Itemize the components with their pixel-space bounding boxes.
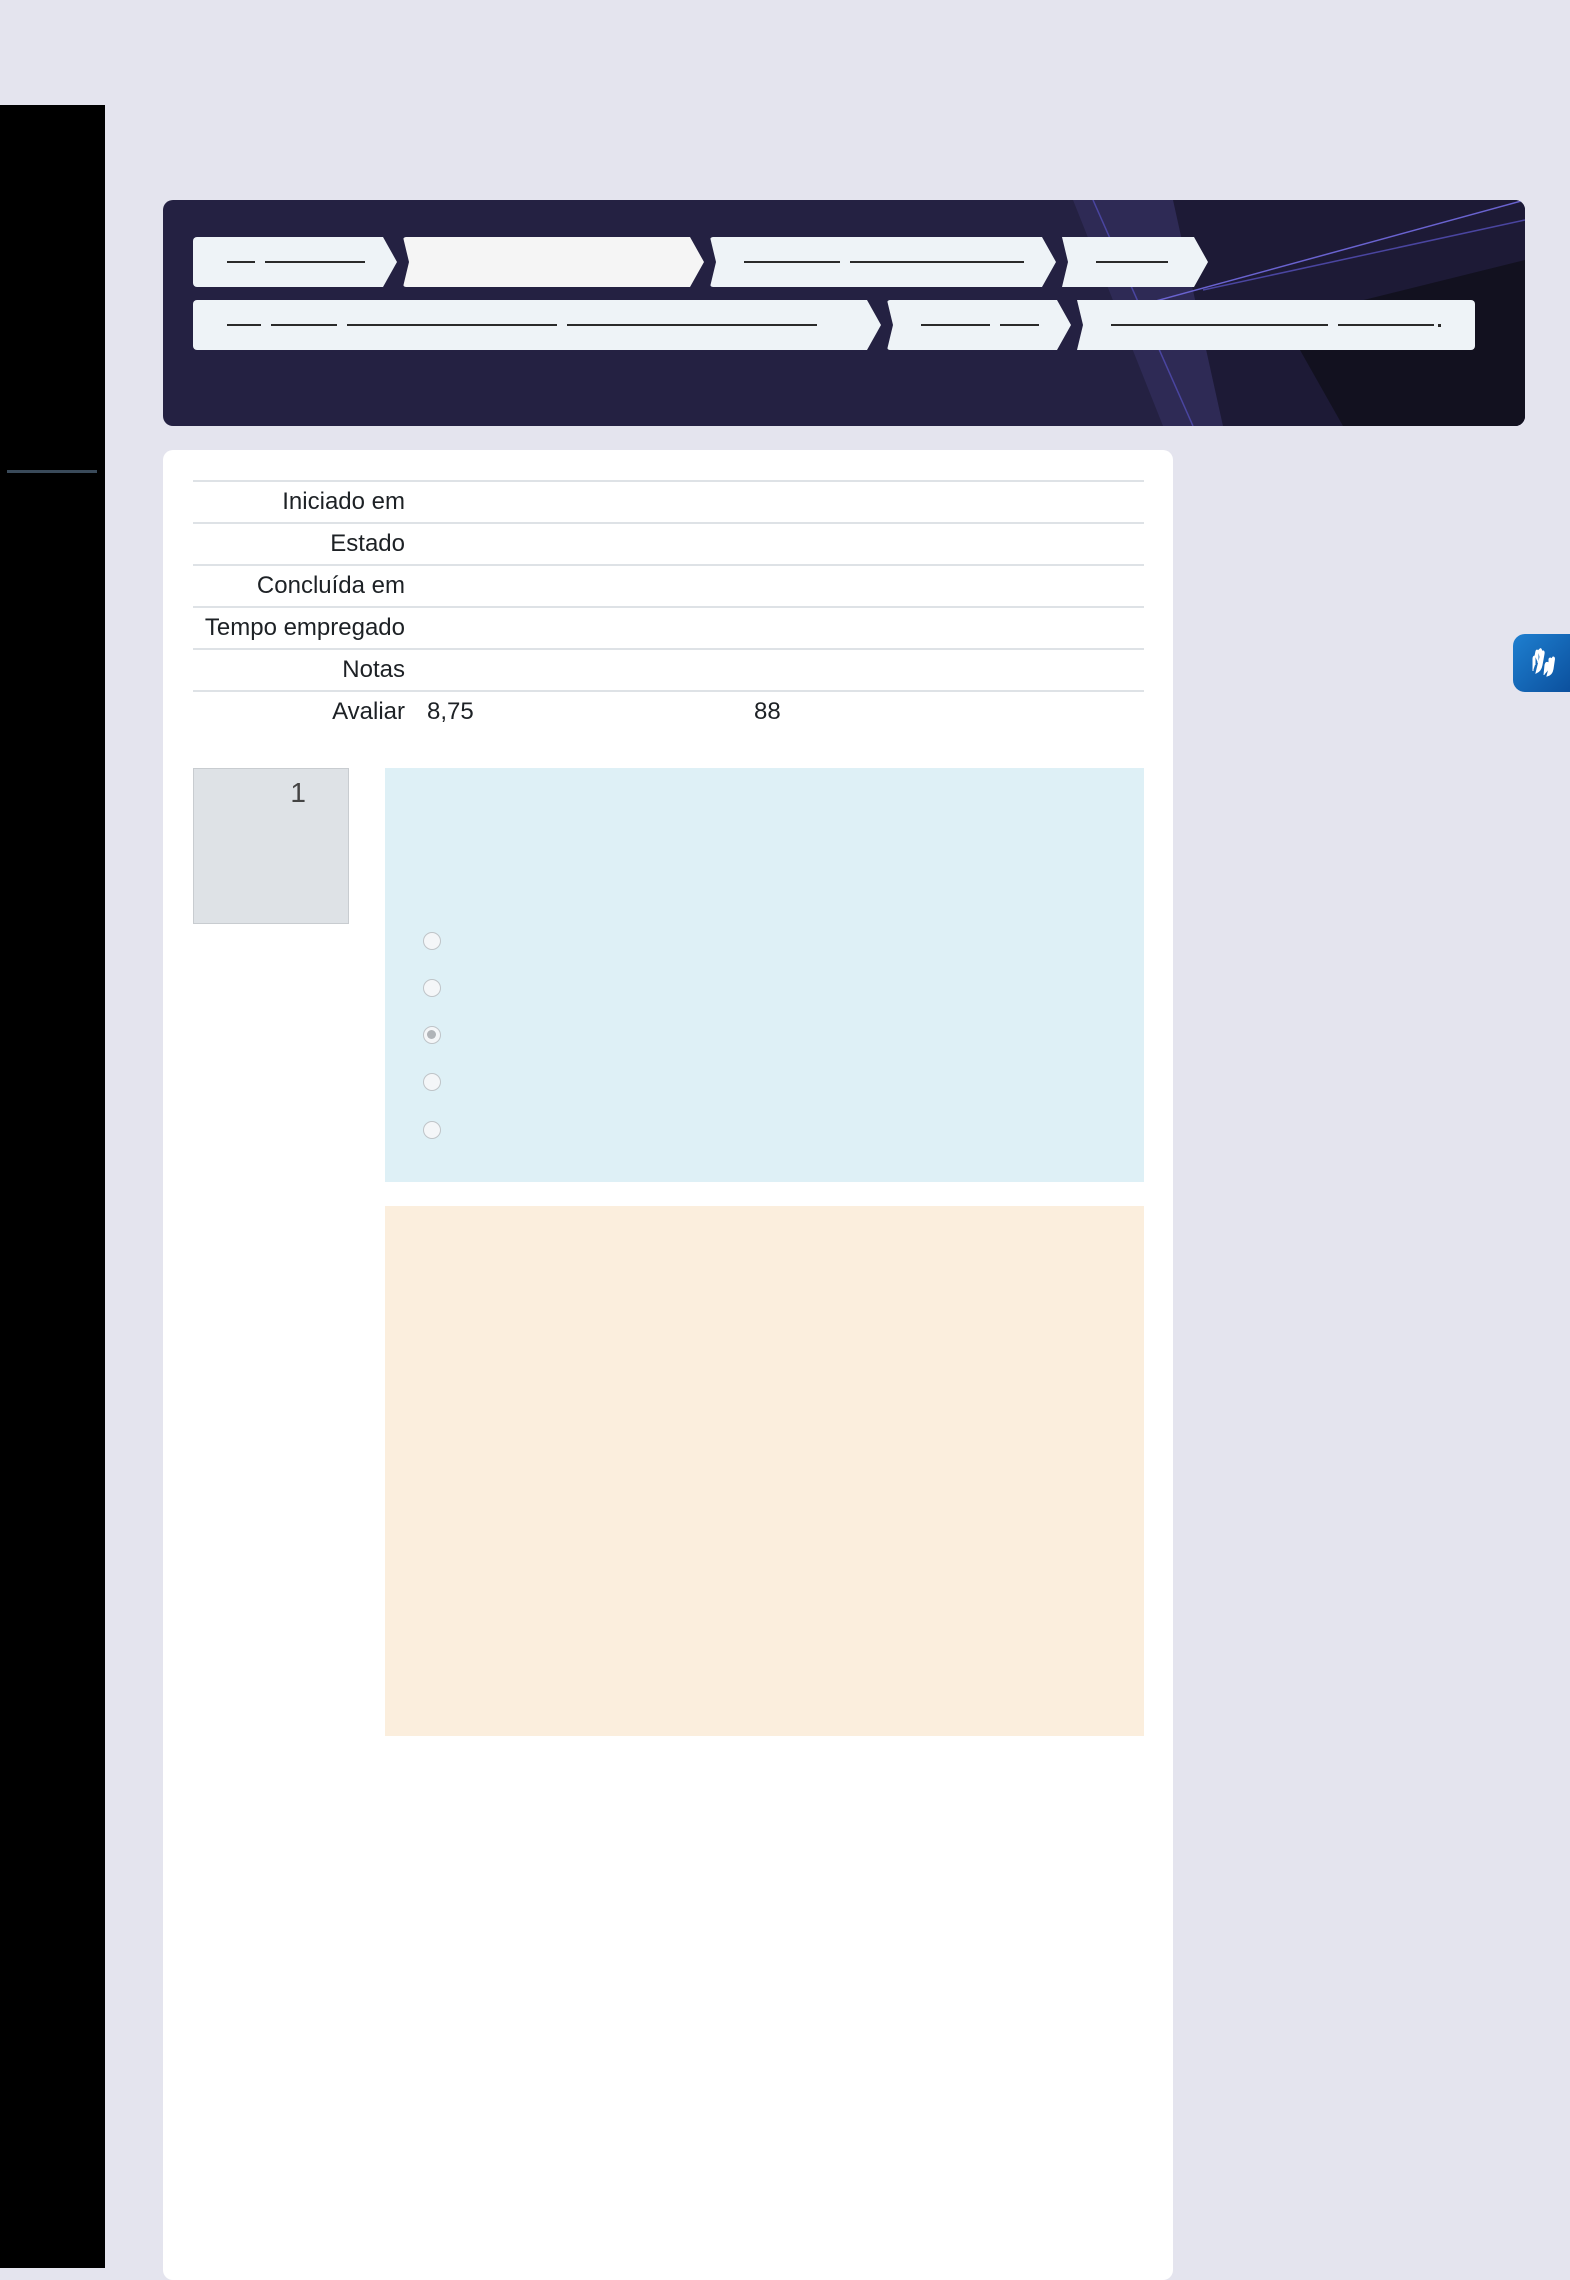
- summary-value: [405, 481, 1144, 523]
- breadcrumb-item[interactable]: [1062, 237, 1208, 287]
- sign-language-hands-icon: [1532, 648, 1556, 677]
- summary-value: 8,75 88: [405, 691, 1144, 732]
- breadcrumb-item[interactable]: [193, 237, 397, 287]
- answer-radio[interactable]: [423, 1121, 441, 1139]
- summary-label: Estado: [330, 530, 405, 557]
- breadcrumb-item[interactable]: [887, 300, 1071, 350]
- accessibility-button[interactable]: [1513, 634, 1570, 692]
- summary-row: Notas: [193, 649, 1144, 691]
- summary-value: [405, 607, 1144, 649]
- summary-row: Avaliar 8,75 88: [193, 691, 1144, 732]
- grade-score: 8,75: [427, 698, 474, 725]
- main-region: Iniciado em Estado Concluída em Tempo em…: [163, 450, 1173, 2280]
- breadcrumb-item[interactable]: [1077, 300, 1475, 350]
- page-header: [163, 200, 1525, 426]
- answer-radio-selected[interactable]: [423, 1026, 441, 1044]
- summary-label: Notas: [342, 656, 405, 683]
- answer-radio[interactable]: [423, 932, 441, 950]
- question-formulation: [385, 768, 1144, 1182]
- summary-value: [405, 565, 1144, 607]
- grade-percent: 88: [754, 698, 781, 725]
- summary-value: [405, 523, 1144, 565]
- breadcrumb-item[interactable]: [403, 237, 704, 287]
- summary-value: [405, 649, 1144, 691]
- summary-label: Concluída em: [256, 572, 405, 599]
- answer-radio[interactable]: [423, 1073, 441, 1091]
- question-number: 1: [290, 777, 306, 808]
- breadcrumb: [193, 237, 1214, 287]
- breadcrumb-second-row: [193, 300, 1481, 350]
- summary-label: Iniciado em: [282, 488, 405, 515]
- attempt-summary-table: Iniciado em Estado Concluída em Tempo em…: [193, 480, 1144, 732]
- summary-row: Tempo empregado: [193, 607, 1144, 649]
- left-drawer: [0, 105, 105, 2268]
- answer-radio[interactable]: [423, 979, 441, 997]
- summary-row: Concluída em: [193, 565, 1144, 607]
- summary-row: Estado: [193, 523, 1144, 565]
- breadcrumb-item[interactable]: [710, 237, 1056, 287]
- question-info: 1: [193, 768, 349, 924]
- question-feedback: [385, 1206, 1144, 1736]
- summary-row: Iniciado em: [193, 481, 1144, 523]
- summary-label: Tempo empregado: [204, 614, 405, 641]
- sidebar-divider: [7, 470, 97, 473]
- summary-label: Avaliar: [332, 698, 405, 725]
- breadcrumb-item[interactable]: [193, 300, 881, 350]
